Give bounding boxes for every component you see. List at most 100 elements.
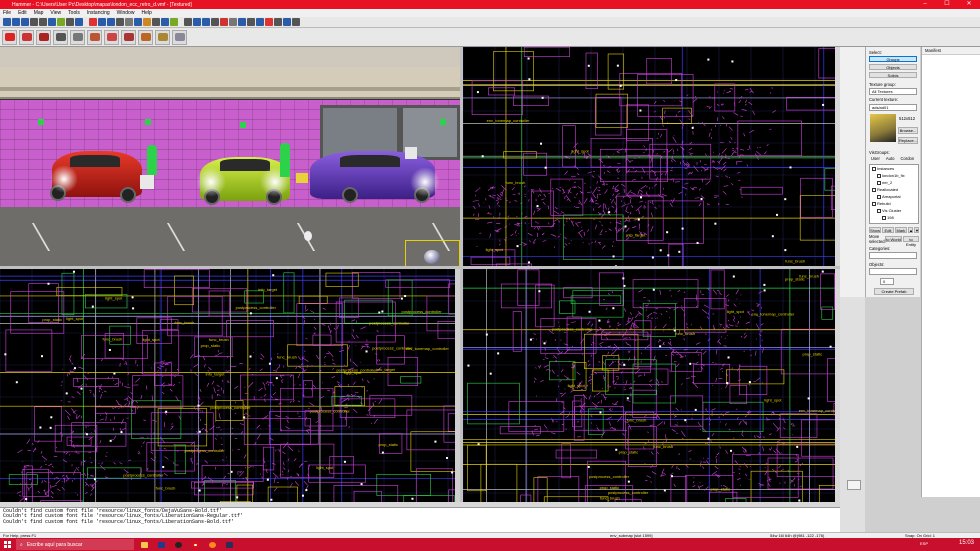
- toolbar-button[interactable]: [265, 18, 273, 26]
- menu-window[interactable]: Window: [117, 10, 135, 16]
- close-button[interactable]: ✕: [958, 0, 980, 9]
- taskbar-clock[interactable]: 15:03: [959, 540, 974, 546]
- file-explorer-app-icon[interactable]: [137, 539, 151, 550]
- toolbar-button[interactable]: [247, 18, 255, 26]
- block-tool[interactable]: [70, 29, 85, 45]
- menu-view[interactable]: View: [50, 10, 61, 16]
- bottom-left-2d-viewport[interactable]: func_brush postprocess_controller postproc…: [0, 269, 455, 502]
- toolbar-button[interactable]: [116, 18, 124, 26]
- to-entity-button[interactable]: to Entity: [903, 236, 919, 247]
- objects-select[interactable]: [869, 268, 917, 275]
- toolbar-button[interactable]: [202, 18, 210, 26]
- toolbar-button[interactable]: [98, 18, 106, 26]
- visgroup-item[interactable]: Reallocated: [872, 187, 898, 192]
- visgroup-item[interactable]: Areaportal: [877, 194, 900, 199]
- checkbox-icon[interactable]: [872, 187, 876, 192]
- toolbar-button[interactable]: [57, 18, 65, 26]
- checkbox-icon[interactable]: [877, 194, 881, 199]
- menu-file[interactable]: File: [3, 10, 11, 16]
- minimize-button[interactable]: –: [914, 0, 936, 9]
- visgroup-item[interactable]: london1b_fix: [877, 173, 905, 178]
- entity-tool[interactable]: [53, 29, 68, 45]
- toolbar-button[interactable]: [143, 18, 151, 26]
- checkbox-icon[interactable]: [882, 215, 886, 220]
- arrow-up-icon[interactable]: ▲: [908, 227, 913, 233]
- toolbar-button[interactable]: [48, 18, 56, 26]
- toolbar-button[interactable]: [66, 18, 74, 26]
- select-objects-button[interactable]: Objects: [869, 64, 917, 70]
- record-app-icon[interactable]: [171, 539, 185, 550]
- toolbar-button[interactable]: [161, 18, 169, 26]
- vertex-tool[interactable]: [172, 29, 187, 45]
- scroll-corner-button[interactable]: [847, 480, 861, 490]
- camera-tool[interactable]: [36, 29, 51, 45]
- toolbar-button[interactable]: [75, 18, 83, 26]
- edit-button[interactable]: Edit: [882, 227, 894, 233]
- apply-texture-tool[interactable]: [104, 29, 119, 45]
- toolbar-button[interactable]: [229, 18, 237, 26]
- toolbar-button[interactable]: [89, 18, 97, 26]
- toolbar-button[interactable]: [107, 18, 115, 26]
- toolbar-button[interactable]: [12, 18, 20, 26]
- visgroup-item[interactable]: Rebuild: [872, 201, 891, 206]
- menu-help[interactable]: Help: [141, 10, 151, 16]
- toolbar-button[interactable]: [274, 18, 282, 26]
- objects-count-field[interactable]: 0: [880, 278, 894, 285]
- checkbox-icon[interactable]: [872, 201, 876, 206]
- toolbar-button[interactable]: [39, 18, 47, 26]
- categories-select[interactable]: [869, 252, 917, 259]
- menu-map[interactable]: Map: [34, 10, 44, 16]
- toolbar-button[interactable]: [292, 18, 300, 26]
- toolbar-button[interactable]: [283, 18, 291, 26]
- tab-cordon[interactable]: Cordon: [900, 156, 914, 163]
- toolbar-button[interactable]: [193, 18, 201, 26]
- clip-tool[interactable]: [155, 29, 170, 45]
- decal-tool[interactable]: [121, 29, 136, 45]
- browse-button[interactable]: Browse...: [898, 127, 918, 134]
- checkbox-icon[interactable]: [877, 173, 881, 178]
- menu-instancing[interactable]: Instancing: [87, 10, 110, 16]
- toolbar-button[interactable]: [134, 18, 142, 26]
- mark-button[interactable]: Mark: [895, 227, 907, 233]
- select-groups-button[interactable]: Groups: [869, 56, 917, 62]
- toolbar-button[interactable]: [30, 18, 38, 26]
- bottom-right-2d-viewport[interactable]: prop_static env_tonemap_controller func_br…: [463, 269, 835, 502]
- menu-tools[interactable]: Tools: [68, 10, 80, 16]
- camera-viewport[interactable]: [0, 47, 460, 267]
- select-solids-button[interactable]: Solids: [869, 72, 917, 78]
- maximize-button[interactable]: ☐: [936, 0, 958, 9]
- toolbar-button[interactable]: [170, 18, 178, 26]
- checkbox-icon[interactable]: [877, 180, 881, 185]
- show-button[interactable]: Show: [869, 227, 881, 233]
- texture-tool[interactable]: [87, 29, 102, 45]
- hammer-app-icon[interactable]: [154, 539, 168, 550]
- toolbar-button[interactable]: [125, 18, 133, 26]
- opera-app-icon[interactable]: [188, 539, 202, 550]
- checkbox-icon[interactable]: [872, 166, 876, 171]
- toolbar-button[interactable]: [238, 18, 246, 26]
- toolbar-button[interactable]: [211, 18, 219, 26]
- texture-group-select[interactable]: All Textures: [869, 88, 917, 95]
- tab-user[interactable]: User: [871, 156, 880, 163]
- toolbar-button[interactable]: [184, 18, 192, 26]
- steam-app-icon[interactable]: [222, 539, 236, 550]
- toolbar-button[interactable]: [220, 18, 228, 26]
- toolbar-button[interactable]: [256, 18, 264, 26]
- overlay-tool[interactable]: [138, 29, 153, 45]
- toolbar-button[interactable]: [152, 18, 160, 26]
- tab-auto[interactable]: Auto: [886, 156, 895, 163]
- taskbar-search-box[interactable]: ⌕ Escribe aquí para buscar: [16, 539, 134, 550]
- visgroup-item[interactable]: 198: [882, 215, 894, 220]
- visgroup-item[interactable]: Vis Cluster: [877, 208, 901, 213]
- top-right-2d-viewport[interactable]: func_brush info_target light_spot func_brus…: [463, 47, 835, 266]
- windows-start-button[interactable]: [0, 538, 14, 551]
- visgroup-item[interactable]: Instances: [872, 166, 894, 171]
- firefox-app-icon[interactable]: [205, 539, 219, 550]
- create-prefab-button[interactable]: Create Prefab: [874, 288, 914, 295]
- selection-tool[interactable]: [2, 29, 17, 45]
- toolbar-button[interactable]: [3, 18, 11, 26]
- current-texture-select[interactable]: ads/ad01: [869, 104, 917, 111]
- visgroup-item[interactable]: ner_2: [877, 180, 892, 185]
- checkbox-icon[interactable]: [877, 208, 881, 213]
- magnify-tool[interactable]: [19, 29, 34, 45]
